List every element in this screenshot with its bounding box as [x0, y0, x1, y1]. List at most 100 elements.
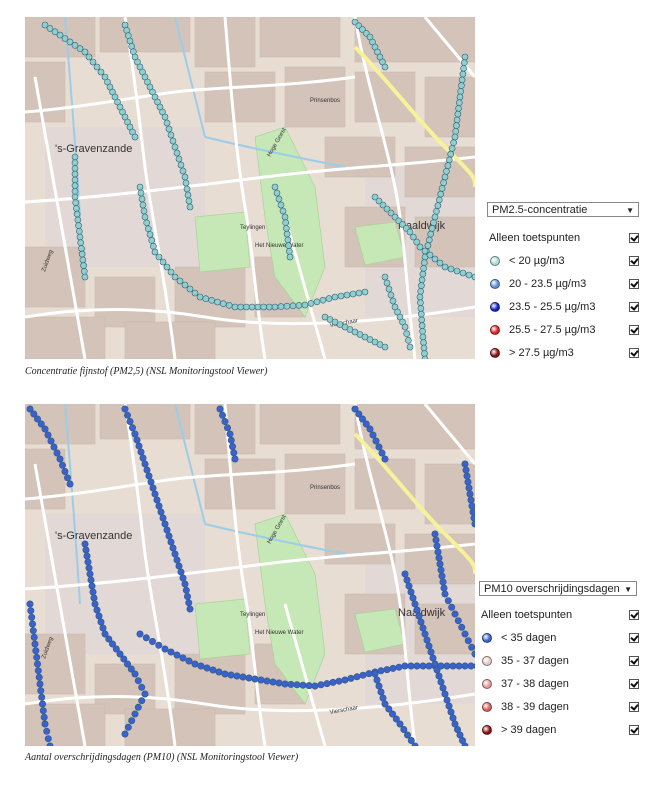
- measurement-point-marker[interactable]: [419, 270, 427, 278]
- measurement-point-marker[interactable]: [438, 572, 446, 580]
- measurement-point-marker[interactable]: [138, 697, 146, 705]
- measurement-point-marker[interactable]: [126, 418, 134, 426]
- measurement-point-marker[interactable]: [82, 546, 90, 554]
- measurement-point-marker[interactable]: [275, 195, 283, 203]
- measurement-point-marker[interactable]: [413, 606, 421, 614]
- measurement-point-marker[interactable]: [131, 670, 139, 678]
- measurement-point-marker[interactable]: [431, 255, 439, 263]
- measurement-point-marker[interactable]: [245, 674, 253, 682]
- measurement-point-marker[interactable]: [27, 607, 35, 615]
- measurement-point-marker[interactable]: [239, 673, 247, 681]
- measurement-point-marker[interactable]: [418, 316, 426, 324]
- measurement-point-marker[interactable]: [443, 696, 451, 704]
- pollutant-select[interactable]: PM2.5-concentratie ▼: [487, 202, 639, 217]
- measurement-point-marker[interactable]: [428, 225, 436, 232]
- measurement-point-marker[interactable]: [444, 597, 452, 605]
- measurement-point-marker[interactable]: [465, 271, 473, 279]
- measurement-point-marker[interactable]: [439, 578, 447, 586]
- measurement-point-marker[interactable]: [418, 322, 426, 329]
- measurement-point-marker[interactable]: [349, 290, 357, 298]
- measurement-point-marker[interactable]: [407, 736, 415, 744]
- measurement-point-marker[interactable]: [466, 490, 474, 498]
- measurement-point-marker[interactable]: [425, 662, 433, 670]
- measurement-point-marker[interactable]: [74, 216, 82, 224]
- measurement-point-marker[interactable]: [403, 330, 411, 338]
- measurement-point-marker[interactable]: [141, 690, 149, 698]
- measurement-point-marker[interactable]: [439, 684, 447, 692]
- measurement-point-marker[interactable]: [133, 436, 141, 444]
- measurement-point-marker[interactable]: [123, 27, 130, 34]
- measurement-point-marker[interactable]: [454, 110, 462, 118]
- measurement-point-marker[interactable]: [135, 442, 143, 450]
- measurement-point-marker[interactable]: [283, 302, 291, 310]
- measurement-point-marker[interactable]: [285, 248, 293, 255]
- measurement-point-marker[interactable]: [313, 298, 321, 306]
- measurement-point-marker[interactable]: [182, 586, 190, 594]
- measurement-point-marker[interactable]: [221, 670, 229, 678]
- measurement-point-marker[interactable]: [35, 673, 43, 681]
- measurement-point-marker[interactable]: [71, 153, 79, 161]
- measurement-point-marker[interactable]: [417, 310, 425, 318]
- measurement-point-marker[interactable]: [143, 466, 151, 474]
- measurement-point-marker[interactable]: [148, 237, 155, 244]
- measurement-point-marker[interactable]: [359, 671, 367, 679]
- measurement-point-marker[interactable]: [452, 128, 460, 135]
- measurement-point-marker[interactable]: [455, 662, 463, 670]
- measurement-point-marker[interactable]: [319, 296, 327, 304]
- measurement-point-marker[interactable]: [383, 279, 391, 287]
- measurement-point-marker[interactable]: [283, 225, 290, 232]
- measurement-point-marker[interactable]: [56, 455, 64, 463]
- measurement-point-marker[interactable]: [437, 678, 445, 686]
- measurement-point-marker[interactable]: [87, 576, 95, 584]
- measurement-point-marker[interactable]: [375, 682, 383, 690]
- measurement-point-marker[interactable]: [182, 179, 190, 187]
- measurement-point-marker[interactable]: [93, 606, 101, 614]
- measurement-point-marker[interactable]: [80, 268, 88, 275]
- measurement-point-marker[interactable]: [159, 258, 167, 266]
- measurement-point-marker[interactable]: [462, 466, 470, 474]
- measurement-point-marker[interactable]: [44, 735, 52, 743]
- measurement-point-marker[interactable]: [418, 282, 425, 289]
- measurement-point-marker[interactable]: [155, 641, 163, 649]
- measurement-point-marker[interactable]: [71, 182, 79, 189]
- measurement-point-marker[interactable]: [283, 230, 291, 238]
- measurement-point-marker[interactable]: [450, 139, 457, 146]
- measurement-point-marker[interactable]: [71, 159, 79, 166]
- measurement-point-marker[interactable]: [277, 303, 285, 310]
- measurement-point-marker[interactable]: [86, 570, 94, 578]
- measurement-point-marker[interactable]: [153, 496, 161, 504]
- measurement-point-marker[interactable]: [389, 297, 397, 305]
- measurement-point-marker[interactable]: [140, 207, 148, 215]
- measurement-point-marker[interactable]: [231, 303, 239, 311]
- measurement-point-marker[interactable]: [185, 599, 193, 607]
- measurement-point-marker[interactable]: [161, 520, 169, 528]
- measurement-point-marker[interactable]: [285, 242, 292, 249]
- measurement-point-marker[interactable]: [415, 612, 423, 620]
- measurement-point-marker[interactable]: [305, 682, 313, 690]
- legend-class-checkbox[interactable]: [629, 348, 639, 358]
- measurement-point-marker[interactable]: [301, 301, 309, 309]
- measurement-point-marker[interactable]: [423, 636, 431, 644]
- measurement-point-marker[interactable]: [453, 267, 461, 275]
- measurement-point-marker[interactable]: [129, 424, 137, 432]
- measurement-point-marker[interactable]: [433, 542, 441, 550]
- measurement-point-marker[interactable]: [124, 411, 132, 419]
- measurement-point-marker[interactable]: [171, 143, 179, 151]
- measurement-point-marker[interactable]: [284, 236, 292, 244]
- measurement-point-marker[interactable]: [219, 411, 227, 419]
- measurement-point-marker[interactable]: [134, 677, 142, 685]
- measurement-point-marker[interactable]: [401, 570, 409, 578]
- measurement-point-marker[interactable]: [176, 277, 184, 285]
- measurement-point-marker[interactable]: [425, 642, 433, 650]
- measurement-point-marker[interactable]: [419, 662, 427, 670]
- legend-class-checkbox[interactable]: [629, 725, 639, 735]
- measurement-point-marker[interactable]: [150, 242, 157, 250]
- measurement-point-marker[interactable]: [28, 613, 36, 621]
- measurement-point-marker[interactable]: [66, 480, 74, 488]
- measurement-point-marker[interactable]: [184, 191, 192, 199]
- measurement-point-marker[interactable]: [430, 219, 437, 226]
- measurement-point-marker[interactable]: [208, 296, 215, 304]
- legend-class-checkbox[interactable]: [629, 702, 639, 712]
- measurement-point-marker[interactable]: [251, 675, 259, 683]
- measurement-point-marker[interactable]: [215, 668, 223, 676]
